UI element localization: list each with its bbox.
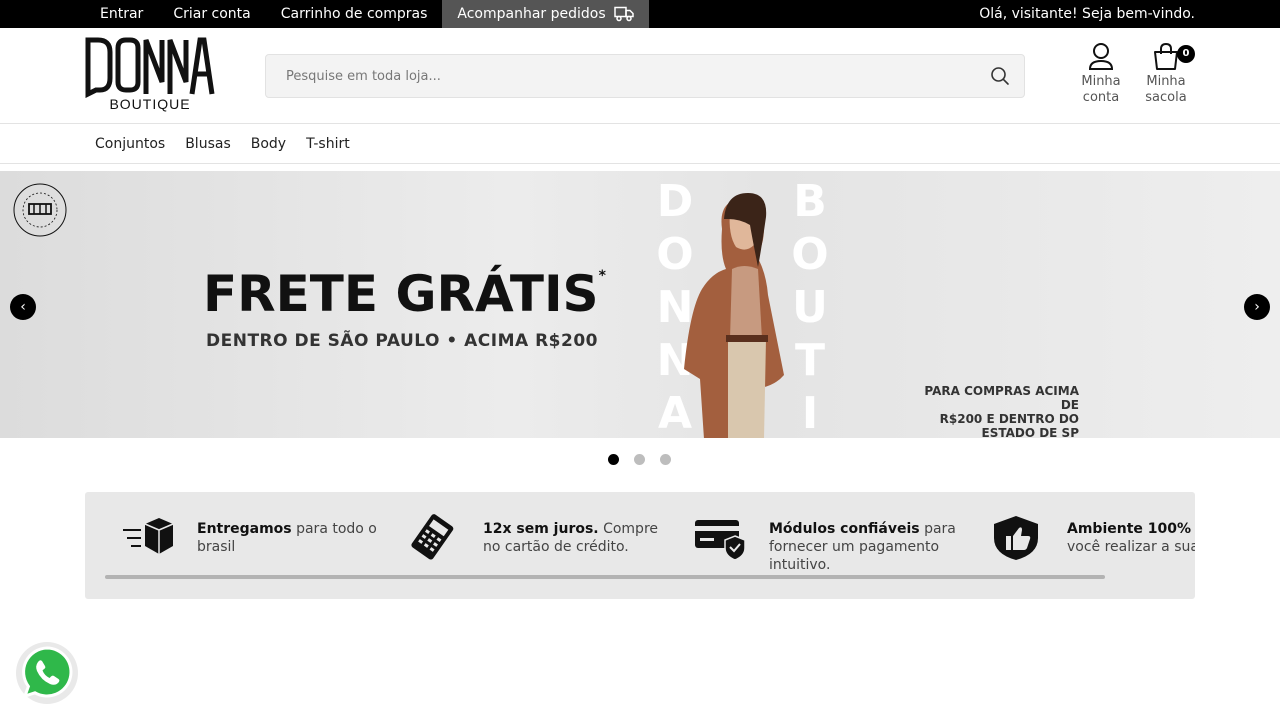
bag-label-line1: Minha: [1146, 74, 1186, 89]
user-icon: [1088, 43, 1114, 70]
login-link[interactable]: Entrar: [85, 0, 158, 28]
nav-item-tshirt[interactable]: T-shirt: [296, 124, 360, 164]
bag-label-line2: sacola: [1145, 90, 1187, 105]
delivery-truck-icon: [613, 6, 634, 22]
nav-item-conjuntos[interactable]: Conjuntos: [85, 124, 175, 164]
banner-headline-text: FRETE GRÁTIS: [203, 265, 599, 323]
search-icon[interactable]: [990, 66, 1010, 86]
use-donna-seal-icon: [13, 183, 67, 237]
carousel-dot[interactable]: [608, 454, 619, 465]
feature-secure-payment: Módulos confiáveis para fornecer um paga…: [693, 514, 963, 573]
banner-headline: FRETE GRÁTIS*: [203, 269, 606, 319]
bag-count-badge: 0: [1177, 45, 1195, 63]
carousel-next-button[interactable]: ›: [1244, 294, 1270, 320]
account-label-line2: conta: [1082, 90, 1120, 105]
feature-bold: Entregamos: [197, 521, 292, 537]
logo-subtitle: BOUTIQUE: [109, 96, 191, 112]
hero-banner[interactable]: FRETE GRÁTIS* DENTRO DE SÃO PAULO • ACIM…: [0, 171, 1280, 438]
carousel-dot[interactable]: [634, 454, 645, 465]
feature-text: Ambiente 100% se você realizar a sua: [1067, 520, 1195, 556]
account-label-line1: Minha: [1081, 74, 1121, 89]
feature-delivery: Entregamos para todo o brasil: [121, 514, 391, 568]
shopping-cart-link[interactable]: Carrinho de compras: [266, 0, 443, 28]
feature-installments: 12x sem juros. Compre no cartão de crédi…: [407, 514, 677, 568]
carousel-dot[interactable]: [660, 454, 671, 465]
model-photo: [684, 193, 784, 438]
feature-safe-environment: Ambiente 100% se você realizar a sua: [991, 514, 1195, 568]
fineprint-line: R$200 E DENTRO DO: [939, 412, 1079, 426]
carousel-pagination: [608, 454, 686, 465]
category-nav: Conjuntos Blusas Body T-shirt: [0, 124, 1280, 164]
feature-text: Entregamos para todo o brasil: [197, 520, 391, 556]
banner-subline: DENTRO DE SÃO PAULO • ACIMA R$200: [206, 331, 598, 351]
donna-logo[interactable]: BOUTIQUE: [84, 36, 216, 112]
thumbs-up-shield-icon: [994, 516, 1038, 560]
my-account-button[interactable]: Minha conta: [1066, 42, 1136, 106]
feature-bold: Módulos confiáveis: [769, 521, 920, 537]
features-strip: Entregamos para todo o brasil 12x sem ju…: [85, 492, 1195, 599]
fineprint-line: PARA COMPRAS ACIMA DE: [924, 384, 1079, 412]
feature-rest: você realizar a sua: [1067, 539, 1195, 555]
feature-bold: Ambiente 100% se: [1067, 521, 1195, 537]
site-header: BOUTIQUE Minha conta Minha sacola 0: [0, 28, 1280, 124]
feature-text: Módulos confiáveis para fornecer um paga…: [769, 520, 963, 574]
top-links: Entrar Criar conta Carrinho de compras A…: [85, 0, 649, 28]
welcome-message: Olá, visitante! Seja bem-vindo.: [979, 6, 1195, 22]
whatsapp-icon: [22, 646, 73, 699]
track-orders-label: Acompanhar pedidos: [457, 6, 606, 22]
search-box: [265, 54, 1025, 98]
fineprint-line: ESTADO DE SP: [981, 426, 1080, 438]
features-scrollbar[interactable]: [105, 575, 1105, 579]
carousel-prev-button[interactable]: ‹: [10, 294, 36, 320]
card-machine-icon: [411, 514, 454, 560]
top-bar: Entrar Criar conta Carrinho de compras A…: [0, 0, 1280, 28]
nav-item-body[interactable]: Body: [241, 124, 296, 164]
feature-bold: 12x sem juros.: [483, 521, 599, 537]
banner-headline-mark: *: [598, 268, 606, 284]
secure-card-icon: [695, 520, 746, 561]
feature-text: 12x sem juros. Compre no cartão de crédi…: [483, 520, 677, 556]
create-account-link[interactable]: Criar conta: [158, 0, 265, 28]
banner-fineprint: PARA COMPRAS ACIMA DE R$200 E DENTRO DO …: [905, 384, 1079, 438]
donna-wordmark-icon: [85, 37, 215, 98]
fast-delivery-box-icon: [123, 518, 174, 554]
whatsapp-button[interactable]: [16, 642, 78, 704]
search-input[interactable]: [266, 55, 966, 97]
nav-item-blusas[interactable]: Blusas: [175, 124, 241, 164]
track-orders-link[interactable]: Acompanhar pedidos: [442, 0, 649, 28]
